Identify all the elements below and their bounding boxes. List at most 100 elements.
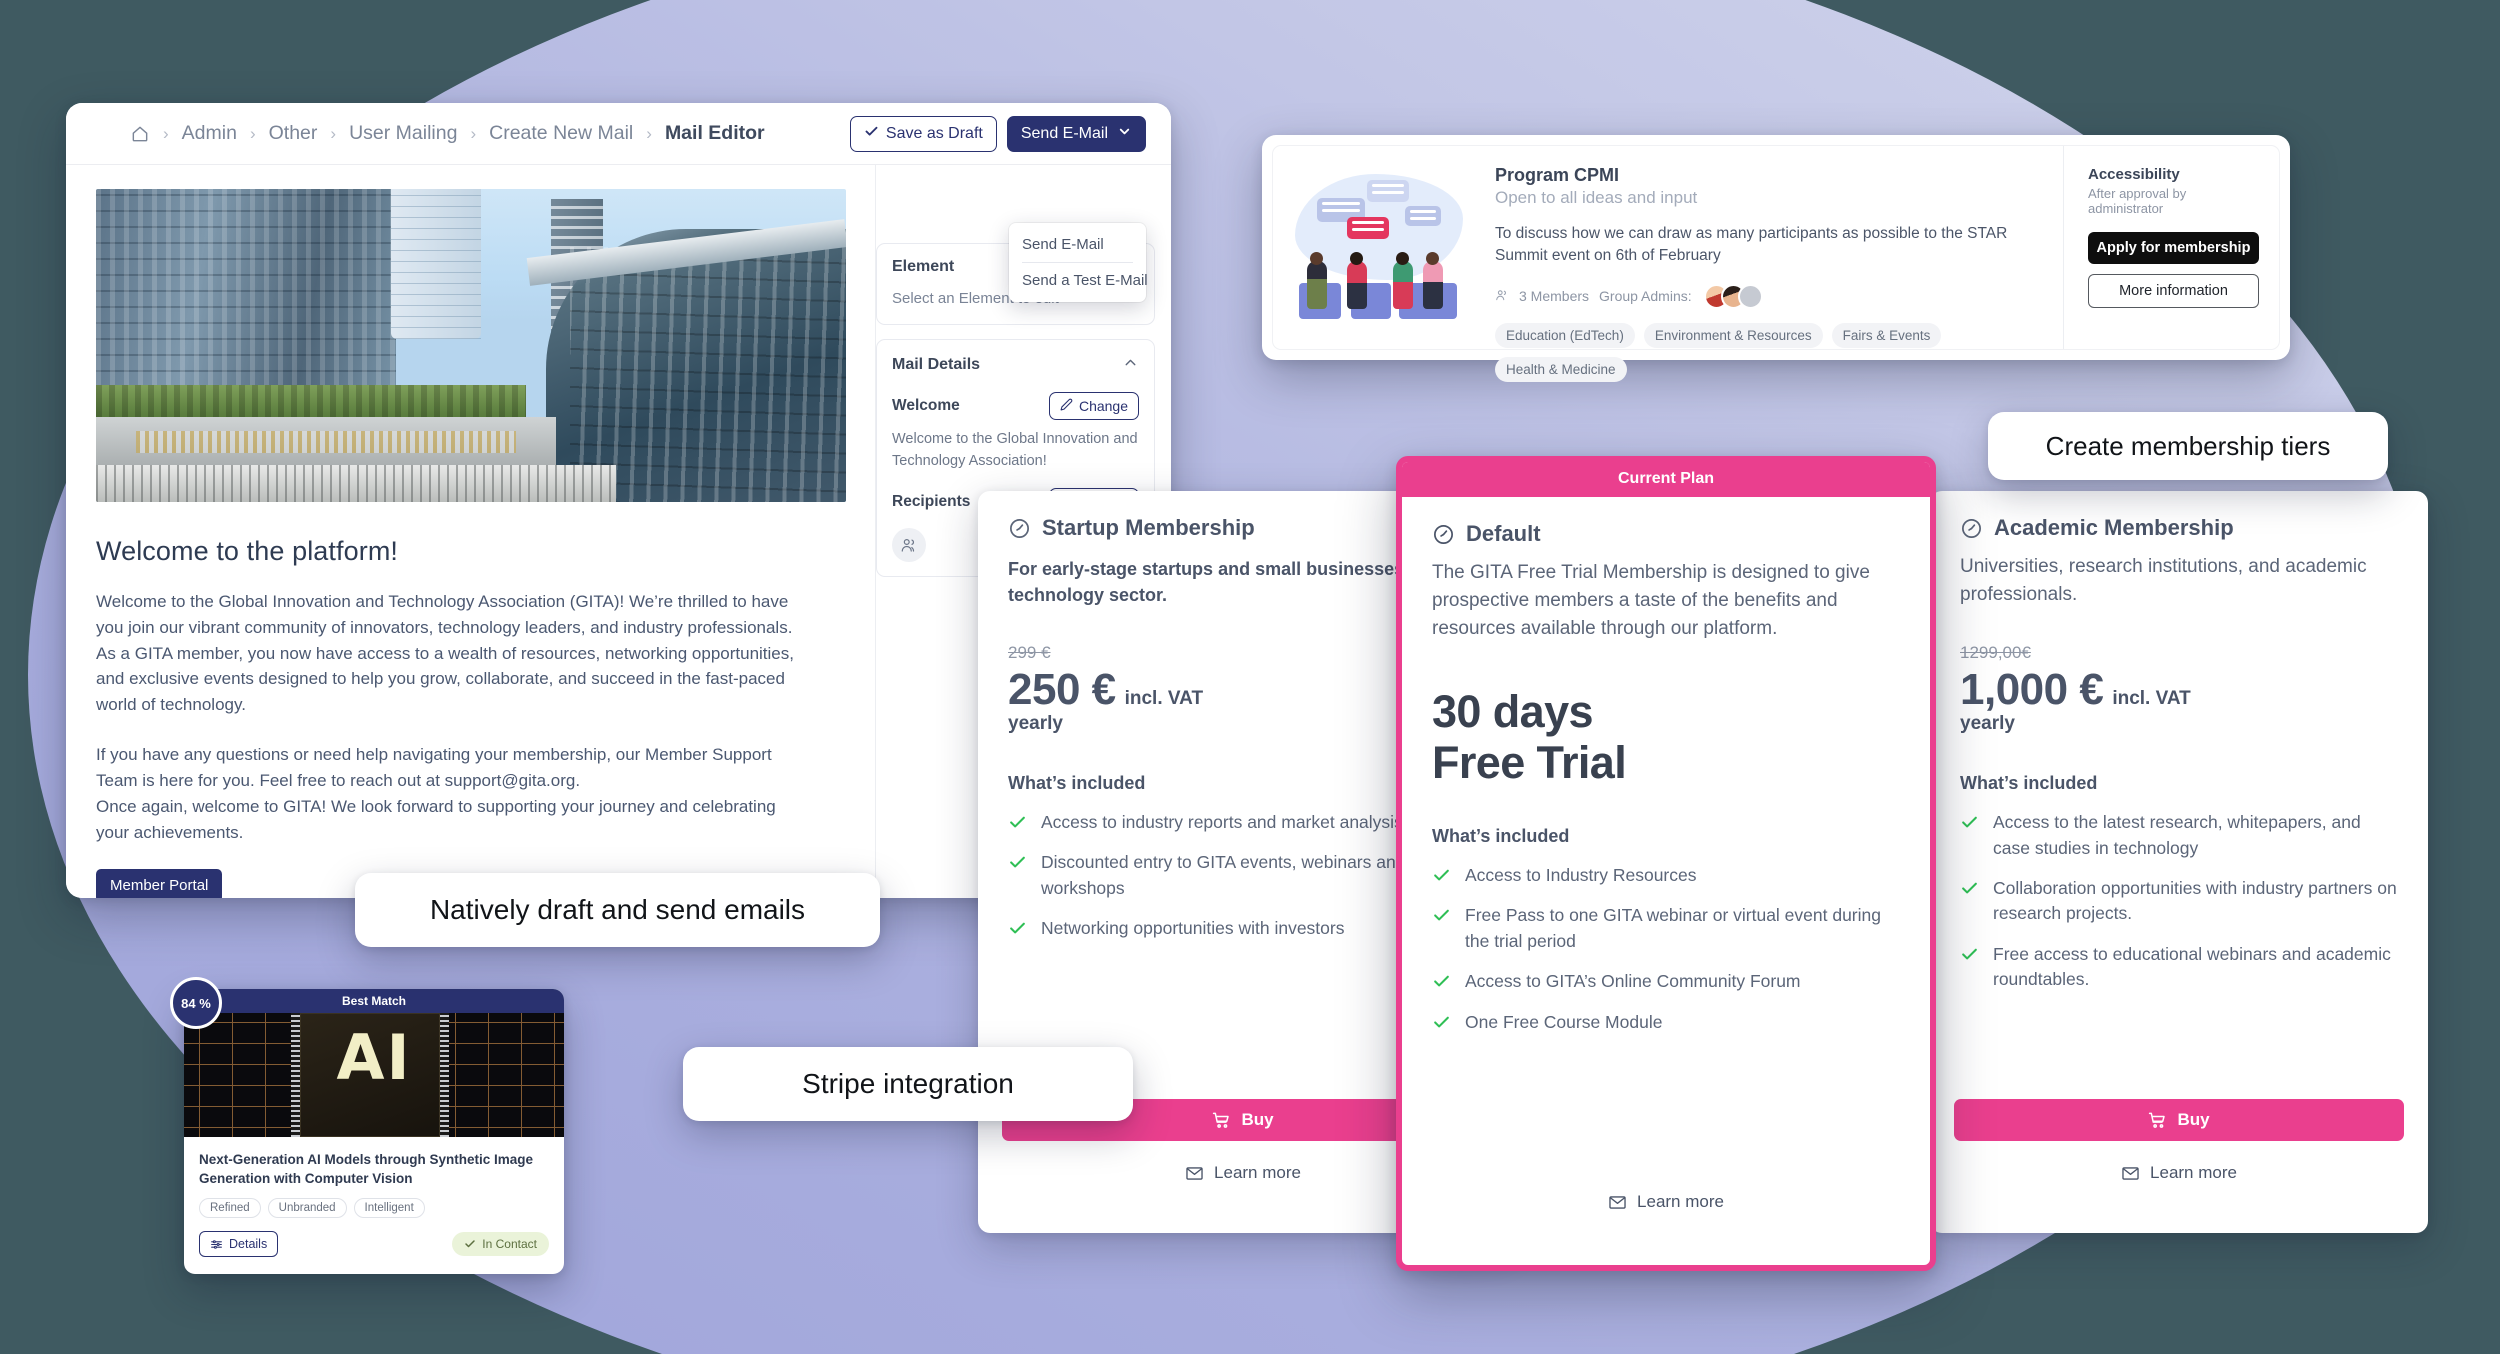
academic-vat-note: incl. VAT [2112, 688, 2191, 710]
ai-tag-refined[interactable]: Refined [199, 1198, 261, 1219]
callout-create-membership-tiers: Create membership tiers [1988, 412, 2388, 480]
feature-text: One Free Course Module [1465, 1011, 1663, 1032]
breadcrumb-item-user-mailing[interactable]: User Mailing [349, 122, 457, 145]
home-icon[interactable] [130, 124, 150, 144]
default-included-label: What’s included [1432, 826, 1570, 847]
breadcrumb-separator: › [646, 123, 652, 143]
learn-more-default[interactable]: Learn more [1402, 1192, 1930, 1212]
learn-more-label: Learn more [1214, 1163, 1301, 1182]
callout-stripe-integration: Stripe integration [683, 1047, 1133, 1121]
buy-label: Buy [2177, 1110, 2210, 1129]
startup-title: Startup Membership [1042, 515, 1255, 540]
gauge-icon [1960, 517, 1983, 540]
save-as-draft-label: Save as Draft [885, 125, 983, 142]
in-contact-label: In Contact [482, 1237, 537, 1252]
email-canvas: Welcome to the platform! Welcome to the … [66, 165, 876, 898]
cart-icon [1213, 1112, 1230, 1128]
subject-label: Welcome [892, 396, 960, 414]
feature-item: One Free Course Module [1432, 1010, 1900, 1035]
breadcrumb-item-other[interactable]: Other [269, 122, 318, 145]
startup-price: 250 € [1008, 664, 1116, 714]
feature-text: Access to industry reports and market an… [1041, 811, 1403, 832]
check-icon [1962, 882, 1977, 894]
mail-icon [1609, 1195, 1626, 1209]
academic-old-price: 1299,00€ [1960, 643, 2031, 663]
check-icon [1962, 948, 1977, 960]
mail-icon [1186, 1166, 1203, 1180]
check-icon [1962, 816, 1977, 828]
hero-image [96, 189, 846, 502]
people-talking-illustration [1289, 162, 1471, 333]
learn-more-label: Learn more [1637, 1192, 1724, 1211]
feature-text: Access to Industry Resources [1465, 865, 1697, 886]
tag-health-medicine[interactable]: Health & Medicine [1495, 356, 1627, 382]
learn-more-academic[interactable]: Learn more [1930, 1163, 2428, 1183]
academic-price: 1,000 € [1960, 665, 2104, 715]
send-email-label: Send E-Mail [1020, 125, 1108, 142]
feature-item: Free Pass to one GITA webinar or virtual… [1432, 903, 1900, 954]
email-paragraph-1: Welcome to the Global Innovation and Tec… [96, 592, 794, 715]
program-cpmi-card: Program CPMI Open to all ideas and input… [1262, 135, 2290, 382]
academic-included-label: What’s included [1960, 773, 2098, 794]
details-button[interactable]: Details [199, 1231, 279, 1258]
member-portal-button[interactable]: Member Portal [96, 869, 223, 898]
feature-text: Collaboration opportunities with industr… [1993, 877, 2397, 924]
breadcrumb-separator: › [163, 123, 169, 143]
cpmi-subtitle: Open to all ideas and input [1495, 188, 1698, 207]
best-match-card: Best Match AI 84 % Next-Generation AI Mo… [170, 977, 564, 1274]
email-paragraph-2: If you have any questions or need help n… [96, 745, 776, 842]
pricing-card-academic: Academic Membership Universities, resear… [1930, 491, 2428, 1233]
check-icon [864, 124, 879, 144]
breadcrumb-item-admin[interactable]: Admin [182, 122, 237, 145]
ai-tag-intelligent[interactable]: Intelligent [353, 1198, 425, 1219]
check-icon [1434, 869, 1449, 881]
sliders-icon [211, 1240, 222, 1249]
pencil-icon [1060, 398, 1073, 414]
members-icon [1495, 288, 1509, 305]
apply-for-membership-button[interactable]: Apply for membership [2088, 232, 2259, 264]
academic-title: Academic Membership [1994, 515, 2234, 540]
menu-item-send-test-email[interactable]: Send a Test E-Mail [1009, 263, 1148, 298]
breadcrumb-separator: › [249, 123, 256, 143]
check-icon [1434, 975, 1449, 987]
change-subject-button[interactable]: Change [1048, 391, 1139, 420]
tag-environment[interactable]: Environment & Resources [1643, 322, 1823, 348]
ai-tag-list: Refined Unbranded Intelligent [199, 1198, 549, 1219]
chevron-down-icon [1117, 124, 1132, 144]
send-email-button[interactable]: Send E-Mail [1006, 116, 1146, 152]
mail-icon [2122, 1166, 2139, 1180]
breadcrumb-item-create-new-mail[interactable]: Create New Mail [489, 122, 633, 145]
buy-button-academic[interactable]: Buy [1954, 1099, 2404, 1141]
default-feature-list: Access to Industry Resources Free Pass t… [1432, 863, 1900, 1035]
ai-card-title: Next-Generation AI Models through Synthe… [199, 1152, 534, 1187]
chevron-up-icon[interactable] [1122, 354, 1139, 376]
subject-value: Welcome to the Global Innovation and Tec… [892, 430, 1138, 469]
academic-period: yearly [1960, 713, 2015, 735]
cpmi-meta-row: 3 Members Group Admins: [1495, 283, 2041, 309]
check-icon [465, 1240, 476, 1248]
feature-text: Access to the latest research, whitepape… [1993, 812, 2361, 858]
menu-item-send-email[interactable]: Send E-Mail [1009, 227, 1146, 262]
best-match-banner: Best Match [184, 989, 564, 1013]
gauge-icon [1008, 517, 1031, 540]
mail-details-title: Mail Details [892, 355, 981, 373]
academic-feature-list: Access to the latest research, whitepape… [1960, 810, 2398, 992]
send-email-dropdown-menu[interactable]: Send E-Mail Send a Test E-Mail [1009, 223, 1148, 302]
breadcrumb-separator: › [330, 123, 337, 143]
more-information-button[interactable]: More information [2088, 274, 2259, 308]
startup-vat-note: incl. VAT [1124, 687, 1204, 709]
recipients-label: Recipients [892, 493, 971, 511]
current-plan-badge: Current Plan [1402, 462, 1930, 497]
mail-details-header[interactable]: Mail Details [892, 354, 1139, 376]
tag-education[interactable]: Education (EdTech) [1495, 322, 1635, 348]
check-icon [1010, 856, 1025, 868]
default-price-line-2: Free Trial [1432, 736, 1627, 788]
gauge-icon [1432, 523, 1455, 546]
ai-tag-unbranded[interactable]: Unbranded [267, 1198, 347, 1219]
feature-text: Networking opportunities with investors [1041, 917, 1345, 938]
cpmi-title: Program CPMI [1495, 165, 1620, 185]
save-as-draft-button[interactable]: Save as Draft [849, 116, 997, 152]
learn-more-label: Learn more [2150, 1163, 2237, 1182]
accessibility-title: Accessibility [2088, 166, 2180, 183]
tag-fairs-events[interactable]: Fairs & Events [1831, 322, 1942, 348]
